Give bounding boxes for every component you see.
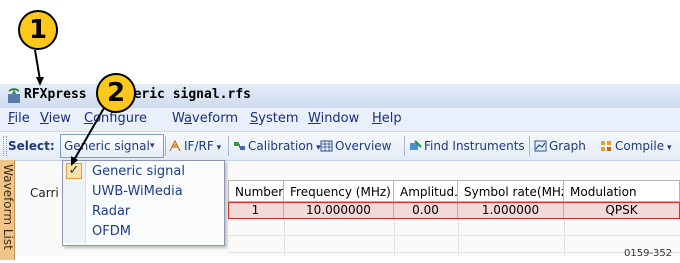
- figure-code: 0159-352: [624, 248, 673, 259]
- callout-arrows: [34, 49, 105, 166]
- callout-2: 2: [96, 73, 136, 113]
- callout-1: 1: [18, 10, 58, 50]
